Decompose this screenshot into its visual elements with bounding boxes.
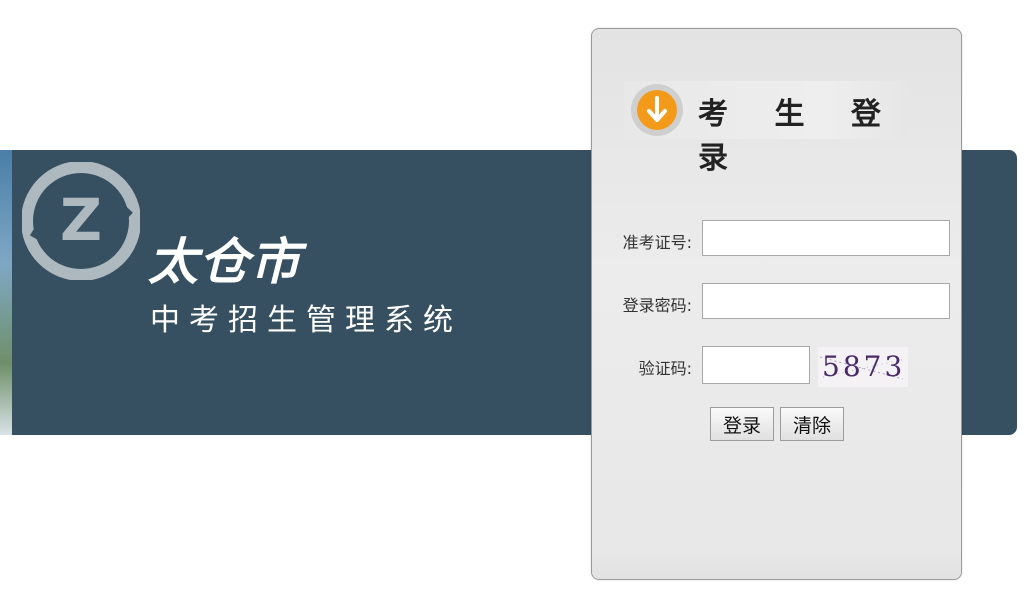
password-label: 登录密码: <box>622 296 692 315</box>
exam-id-input[interactable] <box>702 220 950 256</box>
city-name: 太仓市 <box>148 233 301 291</box>
login-title: 考 生 登 录 <box>698 97 899 176</box>
clear-button[interactable]: 清除 <box>780 407 844 441</box>
panel-bottom-shade <box>592 549 961 579</box>
system-name: 中考招生管理系统 <box>150 303 462 338</box>
login-button[interactable]: 登录 <box>710 407 774 441</box>
captcha-text: 5873 <box>822 350 906 383</box>
password-input[interactable] <box>702 283 950 319</box>
exam-id-label: 准考证号: <box>622 233 692 252</box>
login-panel: 考 生 登 录 准考证号: 登录密码: 验证码: 5873 登录 清除 <box>591 28 962 580</box>
banner-photo-strip <box>0 150 12 435</box>
captcha-image[interactable]: 5873 <box>818 347 908 387</box>
captcha-label: 验证码: <box>638 359 692 378</box>
login-header: 考 生 登 录 <box>624 81 909 176</box>
arrow-down-icon <box>631 84 683 136</box>
system-logo-icon: Z <box>22 162 140 280</box>
captcha-input[interactable] <box>702 346 810 384</box>
logo-letter: Z <box>60 186 102 254</box>
